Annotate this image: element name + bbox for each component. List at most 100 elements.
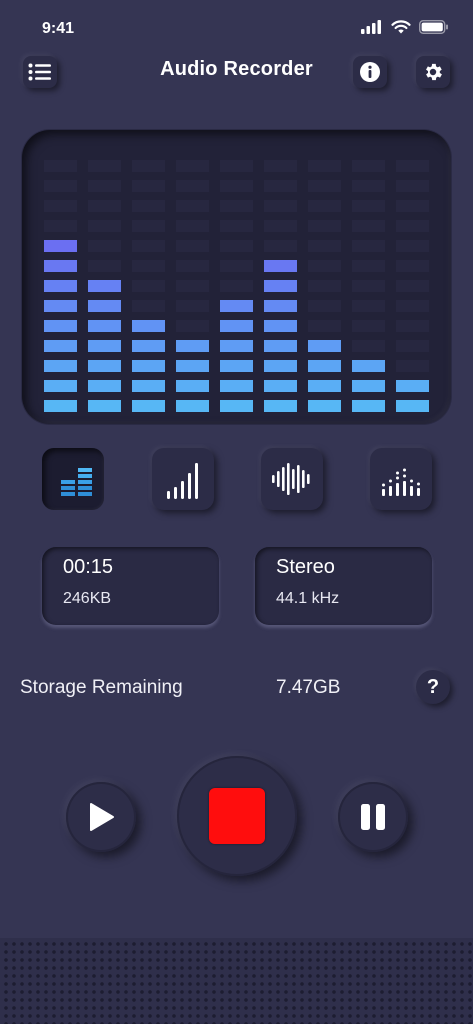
meter-slot: [352, 320, 385, 332]
meter-slot: [220, 220, 253, 232]
meter-segment: [44, 300, 77, 312]
meter-slot: [88, 240, 121, 252]
meter-slot: [176, 240, 209, 252]
meter-segment: [176, 340, 209, 352]
meter-segment: [44, 380, 77, 392]
meter-slot: [132, 280, 165, 292]
meter-segment: [220, 380, 253, 392]
meter-slot: [132, 260, 165, 272]
meter-slot: [132, 240, 165, 252]
meter-slot: [352, 200, 385, 212]
meter-segment: [352, 360, 385, 372]
meter-segment: [264, 320, 297, 332]
meter-segment: [132, 320, 165, 332]
meter-segment: [176, 380, 209, 392]
meter-slot: [308, 160, 341, 172]
format-info-card[interactable]: Stereo 44.1 kHz: [255, 547, 432, 625]
meter-slot: [264, 240, 297, 252]
meter-segment: [352, 400, 385, 412]
meter-slot: [396, 260, 429, 272]
top-bar: Audio Recorder: [0, 54, 473, 90]
meter-slot: [220, 240, 253, 252]
meter-segment: [44, 280, 77, 292]
recording-info-card: 00:15 246KB: [42, 547, 219, 625]
status-icons: [361, 20, 449, 34]
stop-record-button[interactable]: [177, 756, 297, 876]
meter-segment: [220, 340, 253, 352]
settings-button[interactable]: [416, 56, 450, 88]
recording-size: 246KB: [63, 590, 112, 607]
meter-slot: [308, 320, 341, 332]
meter-slot: [352, 340, 385, 352]
meter-slot: [264, 200, 297, 212]
meter-slot: [396, 160, 429, 172]
meter-segment: [220, 400, 253, 412]
meter-segment: [220, 320, 253, 332]
pause-icon: [361, 804, 385, 830]
page-title: Audio Recorder: [160, 58, 313, 80]
meter-segment: [308, 380, 341, 392]
meter-slot: [352, 260, 385, 272]
meter-segment: [88, 400, 121, 412]
meter-segment: [88, 280, 121, 292]
mode-signal-bars-button[interactable]: [152, 448, 214, 510]
meter-slot: [132, 300, 165, 312]
info-button[interactable]: [353, 56, 387, 88]
meter-slot: [176, 260, 209, 272]
meter-segment: [264, 380, 297, 392]
meter-slot: [308, 280, 341, 292]
meter-slot: [264, 160, 297, 172]
meter-segment: [308, 360, 341, 372]
meter-slot: [264, 220, 297, 232]
meter-slot: [396, 200, 429, 212]
meter-slot: [88, 220, 121, 232]
meter-slot: [352, 220, 385, 232]
meter-slot: [44, 180, 77, 192]
meter-segment: [264, 260, 297, 272]
meter-slot: [176, 160, 209, 172]
meter-slot: [396, 220, 429, 232]
meter-slot: [352, 240, 385, 252]
meter-slot: [220, 200, 253, 212]
meter-segment: [132, 340, 165, 352]
play-icon: [90, 803, 114, 831]
meter-slot: [396, 360, 429, 372]
meter-slot: [176, 200, 209, 212]
play-button[interactable]: [66, 782, 136, 852]
meter-slot: [88, 200, 121, 212]
meter-segment: [44, 360, 77, 372]
meter-slot: [176, 220, 209, 232]
mode-equalizer-button[interactable]: [42, 448, 104, 510]
sample-rate: 44.1 kHz: [276, 590, 340, 607]
meter-segment: [352, 380, 385, 392]
meter-slot: [132, 220, 165, 232]
help-button[interactable]: ?: [416, 670, 450, 704]
meter-segment: [44, 400, 77, 412]
meter-segment: [132, 400, 165, 412]
meter-slot: [308, 260, 341, 272]
meter-segment: [396, 380, 429, 392]
meter-slot: [264, 180, 297, 192]
meter-slot: [176, 180, 209, 192]
audio-visualizer: [22, 130, 451, 424]
meter-slot: [308, 200, 341, 212]
meter-slot: [352, 280, 385, 292]
meter-segment: [44, 320, 77, 332]
meter-slot: [352, 160, 385, 172]
waveform-icon: [272, 463, 310, 495]
meter-slot: [308, 220, 341, 232]
meter-slot: [308, 300, 341, 312]
meter-segment: [264, 280, 297, 292]
meter-slot: [396, 300, 429, 312]
mode-dotted-spectrum-button[interactable]: [370, 448, 432, 510]
meter-segment: [88, 360, 121, 372]
meter-slot: [396, 180, 429, 192]
meter-slot: [176, 300, 209, 312]
meter-segment: [132, 360, 165, 372]
pause-button[interactable]: [338, 782, 408, 852]
meter-segment: [220, 300, 253, 312]
meter-slot: [176, 280, 209, 292]
mode-waveform-button[interactable]: [261, 448, 323, 510]
stop-icon: [209, 788, 265, 844]
meter-slot: [352, 300, 385, 312]
